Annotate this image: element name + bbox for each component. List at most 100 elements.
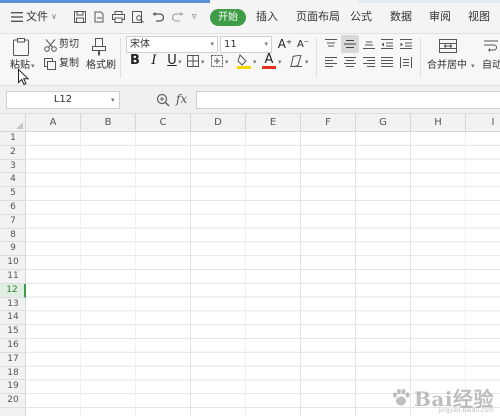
column-header[interactable]: G: [356, 114, 411, 132]
row-header[interactable]: 20: [0, 394, 26, 408]
justify-icon[interactable]: [380, 55, 394, 69]
font-name-value: 宋体: [130, 39, 150, 50]
name-box[interactable]: L12: [6, 91, 120, 109]
underline-button[interactable]: U: [166, 53, 178, 69]
row-header[interactable]: 6: [0, 201, 26, 215]
column-header[interactable]: B: [81, 114, 136, 132]
column-headers: ABCDEFGHI: [26, 114, 500, 132]
distributed-align-icon[interactable]: [399, 55, 413, 69]
save-icon[interactable]: [72, 9, 88, 25]
quick-access-dropdown-icon[interactable]: ▿: [192, 10, 197, 24]
row-header[interactable]: 12: [0, 283, 26, 298]
tab-page-layout[interactable]: 页面布局: [296, 10, 340, 24]
font-name-combo[interactable]: 宋体 ▾: [126, 36, 218, 53]
print-preview-icon[interactable]: [130, 9, 146, 25]
grow-font-button[interactable]: A⁺: [277, 36, 293, 52]
fx-button[interactable]: fx: [176, 92, 187, 106]
hamburger-icon[interactable]: [9, 9, 25, 25]
row-header[interactable]: 11: [0, 270, 26, 284]
eraser-icon[interactable]: [288, 54, 304, 68]
tab-start[interactable]: 开始: [210, 9, 246, 26]
font-size-combo[interactable]: 11 ▾: [220, 36, 272, 53]
row-header[interactable]: 1: [0, 132, 26, 146]
chevron-down-icon[interactable]: ▾: [178, 58, 182, 66]
paste-dropdown-icon[interactable]: ▾: [31, 62, 35, 70]
fill-color-icon[interactable]: [236, 53, 252, 69]
row-header[interactable]: 15: [0, 325, 26, 339]
column-header[interactable]: D: [191, 114, 246, 132]
tab-insert[interactable]: 插入: [256, 10, 278, 24]
export-icon[interactable]: [91, 9, 107, 25]
row-header[interactable]: 5: [0, 187, 26, 201]
chevron-down-icon[interactable]: ▾: [210, 37, 214, 52]
align-top-icon[interactable]: [324, 37, 338, 51]
column-header[interactable]: H: [411, 114, 466, 132]
chevron-down-icon[interactable]: ▾: [201, 58, 205, 66]
row-header[interactable]: 8: [0, 229, 26, 243]
title-tab-strip: [0, 0, 210, 3]
chevron-down-icon[interactable]: ▾: [225, 58, 229, 66]
ribbon-separator: [120, 38, 121, 78]
formula-input[interactable]: [196, 91, 500, 109]
undo-icon[interactable]: [150, 9, 166, 25]
tab-formulas[interactable]: 公式: [350, 10, 372, 24]
copy-icon[interactable]: [43, 57, 57, 71]
column-header[interactable]: E: [246, 114, 301, 132]
row-header[interactable]: 18: [0, 367, 26, 381]
shrink-font-button[interactable]: A⁻: [295, 37, 311, 53]
column-header[interactable]: A: [26, 114, 81, 132]
file-menu[interactable]: 文件: [26, 10, 48, 24]
column-header[interactable]: C: [136, 114, 191, 132]
increase-indent-icon[interactable]: [399, 37, 413, 51]
merge-center-icon[interactable]: [438, 37, 458, 55]
align-middle-icon[interactable]: [341, 35, 359, 53]
tab-view[interactable]: 视图: [468, 10, 490, 24]
merge-center-button[interactable]: 合并居中: [427, 60, 467, 72]
print-icon[interactable]: [110, 9, 126, 25]
row-header[interactable]: 16: [0, 339, 26, 353]
chevron-down-icon[interactable]: ▾: [264, 37, 268, 52]
cut-button[interactable]: 剪切: [59, 39, 79, 51]
borders-icon[interactable]: [186, 54, 200, 68]
italic-button[interactable]: I: [148, 53, 160, 69]
row-header[interactable]: 7: [0, 215, 26, 229]
row-header[interactable]: 14: [0, 311, 26, 326]
align-left-icon[interactable]: [324, 55, 338, 69]
row-header[interactable]: 4: [0, 173, 26, 188]
copy-button[interactable]: 复制: [59, 58, 79, 70]
chevron-down-icon[interactable]: ▾: [305, 58, 309, 66]
format-painter-button[interactable]: 格式刷: [86, 60, 116, 72]
row-header[interactable]: 2: [0, 146, 26, 160]
zoom-icon[interactable]: [155, 92, 171, 108]
row-header[interactable]: 13: [0, 298, 26, 312]
column-header[interactable]: I: [466, 114, 500, 132]
row-header[interactable]: 17: [0, 353, 26, 367]
chevron-down-icon[interactable]: ▾: [253, 58, 257, 66]
row-header[interactable]: 10: [0, 256, 26, 270]
scissors-icon[interactable]: [43, 38, 57, 52]
redo-icon[interactable]: [170, 9, 186, 25]
chevron-down-icon[interactable]: ▾: [111, 96, 115, 104]
align-bottom-icon[interactable]: [362, 37, 376, 51]
cell-style-icon[interactable]: [210, 54, 224, 68]
tab-data[interactable]: 数据: [390, 10, 412, 24]
row-header[interactable]: 3: [0, 160, 26, 174]
wrap-text-button[interactable]: 自动: [482, 60, 500, 72]
paste-icon[interactable]: [10, 37, 32, 57]
row-header[interactable]: 9: [0, 242, 26, 257]
column-header[interactable]: F: [301, 114, 356, 132]
chevron-down-icon[interactable]: ∨: [51, 10, 57, 24]
bold-button[interactable]: B: [128, 53, 142, 69]
tab-review[interactable]: 审阅: [429, 10, 451, 24]
row-header[interactable]: 19: [0, 380, 26, 395]
chevron-down-icon[interactable]: ▾: [278, 58, 282, 66]
decrease-indent-icon[interactable]: [380, 37, 394, 51]
cell-area[interactable]: [26, 132, 500, 416]
select-all-corner[interactable]: [0, 114, 26, 132]
chevron-down-icon[interactable]: ▾: [471, 62, 475, 70]
format-painter-icon[interactable]: [90, 37, 108, 57]
wrap-text-icon[interactable]: [484, 37, 500, 55]
align-center-icon[interactable]: [343, 55, 357, 69]
align-right-icon[interactable]: [362, 55, 376, 69]
font-color-button[interactable]: A: [262, 53, 276, 69]
